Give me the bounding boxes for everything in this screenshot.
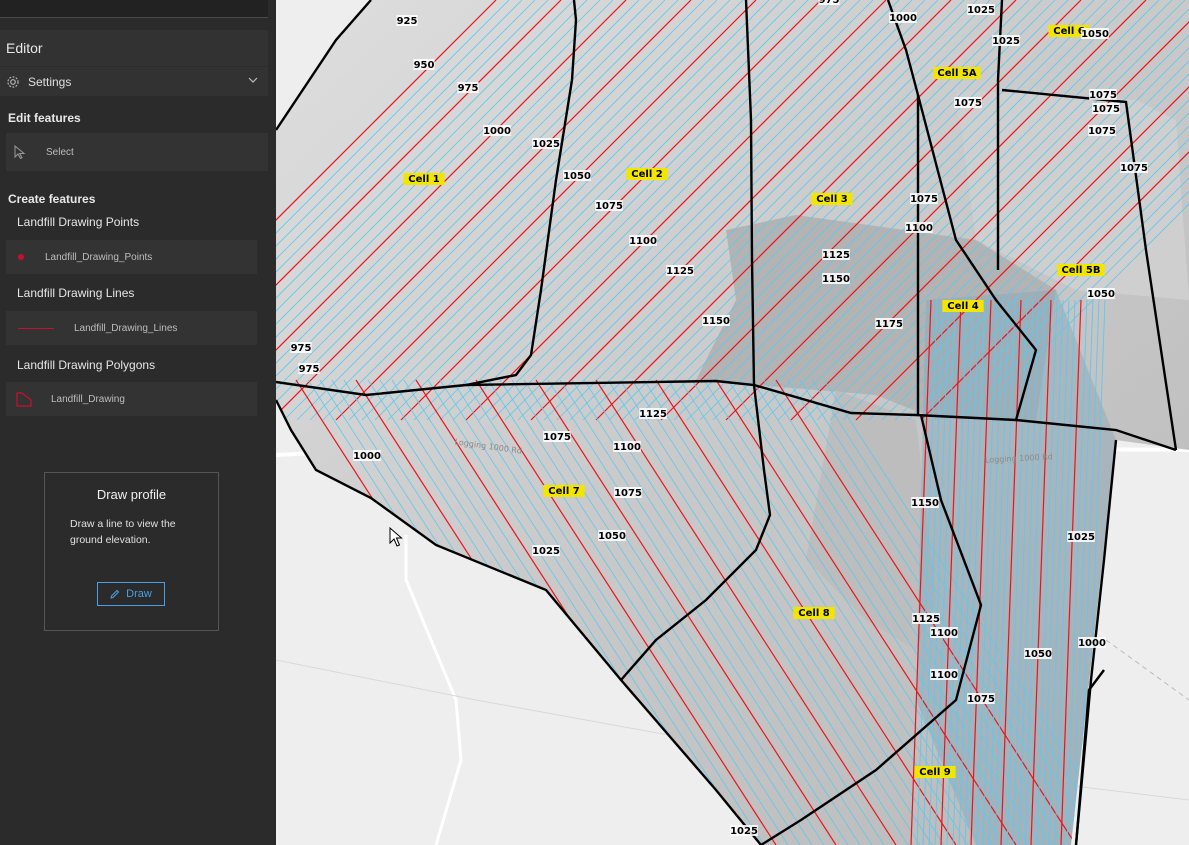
template-points[interactable]: Landfill_Drawing_Points	[6, 240, 257, 274]
contour-label: 1000	[889, 13, 917, 24]
cell-label: Cell 7	[548, 486, 579, 497]
contour-label: 1075	[543, 432, 571, 443]
gear-icon	[7, 75, 19, 88]
select-label: Select	[46, 146, 74, 158]
map-canvas[interactable]: Cell 1 Cell 2 Cell 3 Cell 4 Cell 5A Cell 5B Ce…	[276, 0, 1189, 845]
select-tool-button[interactable]: Select	[6, 133, 268, 171]
contour-label: 1000	[353, 451, 381, 462]
contour-label: 975	[458, 83, 479, 94]
contour-label: 1075	[1092, 104, 1120, 115]
settings-dropdown[interactable]: Settings	[0, 67, 268, 96]
contour-label: 1050	[598, 531, 626, 542]
road	[404, 535, 463, 845]
edit-features-heading: Edit features	[8, 111, 81, 125]
contour-label: 1025	[532, 139, 560, 150]
contour-label: 1025	[532, 546, 560, 557]
contour-label: 1100	[613, 442, 641, 453]
mouse-pointer-icon	[389, 527, 403, 547]
contour-label: 1125	[666, 266, 694, 277]
road	[1105, 639, 1189, 701]
draw-profile-card: Draw profile Draw a line to view the gro…	[44, 472, 219, 631]
chevron-down-icon	[248, 77, 258, 83]
layer-title-lines: Landfill Drawing Lines	[17, 286, 135, 300]
pencil-icon	[110, 589, 120, 599]
template-lines[interactable]: Landfill_Drawing_Lines	[6, 311, 257, 345]
contour-label: 1025	[967, 5, 995, 16]
cell-label: Cell 3	[816, 194, 847, 205]
contour-label: 1100	[930, 628, 958, 639]
contour-label: 1000	[483, 126, 511, 137]
contour-label: 1025	[730, 826, 758, 837]
contour-label: 1125	[822, 250, 850, 261]
contour-label: 950	[414, 60, 435, 71]
contour-label: 1075	[1089, 90, 1117, 101]
line-symbol-icon	[18, 327, 54, 329]
contour-label: 1150	[911, 498, 939, 509]
contour-label: 1100	[629, 236, 657, 247]
contour-label: 1075	[614, 488, 642, 499]
contour-label: 925	[397, 16, 418, 27]
contour-label: 1025	[1067, 532, 1095, 543]
contour-label: 975	[299, 364, 320, 375]
contour-label: 1150	[822, 274, 850, 285]
cell-label: Cell 6	[1053, 26, 1084, 37]
template-label-lines: Landfill_Drawing_Lines	[74, 322, 178, 334]
cell-label: Cell 5A	[937, 68, 976, 79]
contour-label: 1000	[1078, 638, 1106, 649]
cell-label: Cell 5B	[1061, 265, 1100, 276]
contour-label: 975	[819, 0, 840, 6]
contour-label: 1075	[910, 194, 938, 205]
contour-label: 1075	[1088, 126, 1116, 137]
layer-title-points: Landfill Drawing Points	[17, 215, 140, 229]
contour-label: 1025	[992, 36, 1020, 47]
contour-label: 1050	[1081, 29, 1109, 40]
contour-label: 1075	[1120, 163, 1148, 174]
draw-button[interactable]: Draw	[97, 582, 165, 606]
cell-label: Cell 2	[631, 169, 662, 180]
panel-header-bar	[0, 0, 268, 18]
contour-label: 1175	[875, 319, 903, 330]
contour-label: 975	[291, 343, 312, 354]
cell-label: Cell 1	[408, 174, 439, 185]
map-view[interactable]: Cell 1 Cell 2 Cell 3 Cell 4 Cell 5A Cell 5B Ce…	[276, 0, 1189, 845]
cell-label: Cell 9	[919, 767, 950, 778]
profile-description: Draw a line to view the ground elevation…	[70, 518, 176, 546]
contour-label: 1100	[905, 223, 933, 234]
contour-label: 1050	[1024, 649, 1052, 660]
layer-title-polygons: Landfill Drawing Polygons	[17, 358, 156, 372]
editor-panel: Editor Settings Edit features Select Cre…	[0, 0, 276, 845]
cell-label: Cell 8	[798, 608, 829, 619]
polygon-symbol-icon	[16, 392, 32, 407]
create-features-heading: Create features	[8, 192, 96, 206]
contour-label: 1050	[563, 171, 591, 182]
template-polygons[interactable]: Landfill_Drawing	[6, 382, 257, 416]
contour-label: 1075	[954, 98, 982, 109]
cell-label: Cell 4	[947, 301, 978, 312]
cursor-icon	[14, 145, 26, 159]
profile-title: Draw profile	[96, 487, 167, 502]
contour-label: 1075	[595, 201, 623, 212]
settings-label: Settings	[28, 74, 72, 89]
template-label-points: Landfill_Drawing_Points	[45, 251, 153, 263]
draw-button-label: Draw	[126, 588, 152, 600]
contour-label: 1125	[912, 614, 940, 625]
contour-label: 1100	[930, 670, 958, 681]
point-symbol-icon	[18, 254, 24, 260]
contour-label: 1125	[639, 409, 667, 420]
contour-label: 1075	[967, 694, 995, 705]
panel-title: Editor	[0, 30, 268, 66]
contour-label: 1150	[702, 316, 730, 327]
contour-label: 1050	[1087, 289, 1115, 300]
template-label-polygons: Landfill_Drawing	[51, 393, 125, 405]
